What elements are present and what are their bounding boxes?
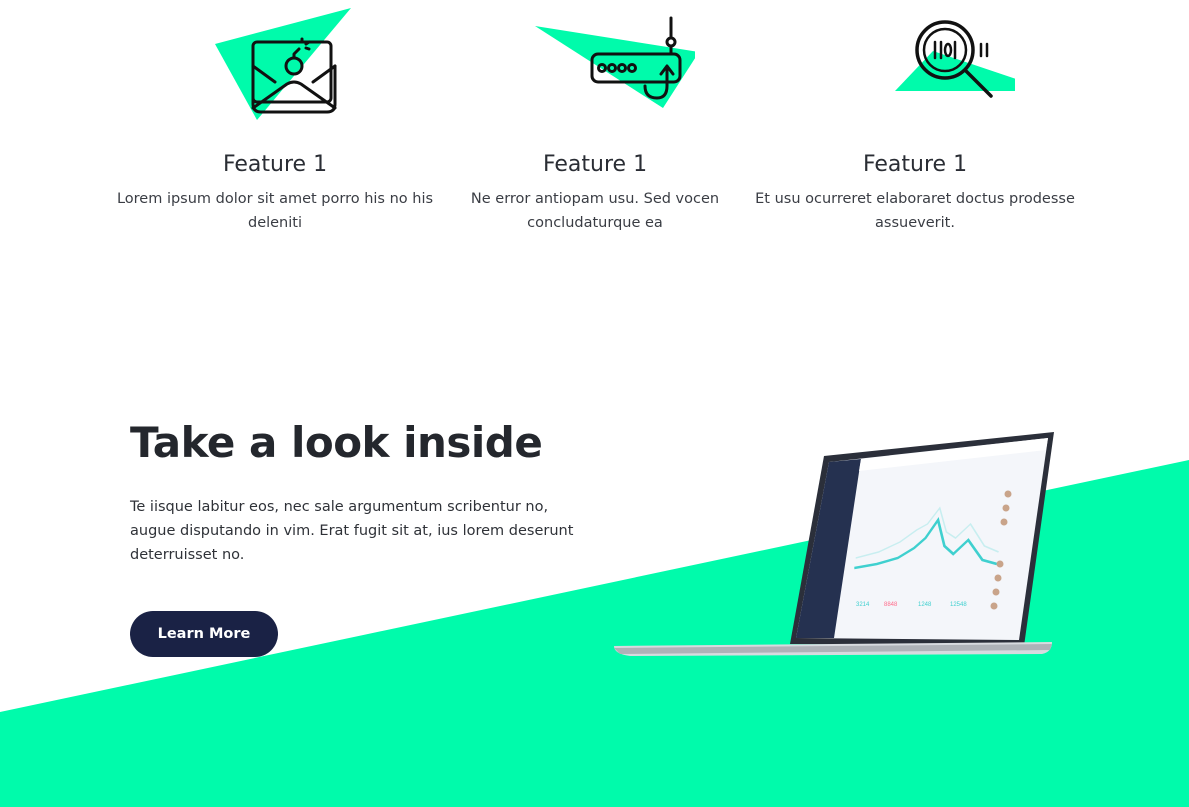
feature-description: Ne error antiopam usu. Sed vocen conclud… — [470, 191, 720, 231]
svg-text:12548: 12548 — [950, 602, 967, 608]
feature-title: Feature 1 — [862, 152, 968, 177]
svg-text:1248: 1248 — [918, 602, 932, 608]
mail-bomb-icon — [215, 8, 351, 120]
feature-title: Feature 1 — [542, 152, 648, 177]
magnifier-code-icon — [895, 20, 1015, 98]
section-paragraph: Te iisque labitur eos, nec sale argument… — [130, 499, 574, 563]
laptop-dashboard-icon: 3214 8848 1248 12548 — [614, 432, 1054, 656]
feature-description: Lorem ipsum dolor sit amet porro his no … — [116, 191, 434, 231]
feature-title: Feature 1 — [222, 152, 328, 177]
features-section: Feature 1 Lorem ipsum dolor sit amet por… — [0, 0, 1189, 260]
learn-more-button[interactable]: Learn More — [130, 611, 278, 657]
feature-description: Et usu ocurreret elaboraret doctus prode… — [755, 191, 1075, 231]
inside-section: Take a look inside Te iisque labitur eos… — [130, 418, 590, 567]
section-heading: Take a look inside — [130, 418, 543, 467]
svg-text:3214: 3214 — [856, 602, 870, 608]
svg-text:8848: 8848 — [884, 602, 898, 608]
router-icon — [535, 16, 695, 108]
